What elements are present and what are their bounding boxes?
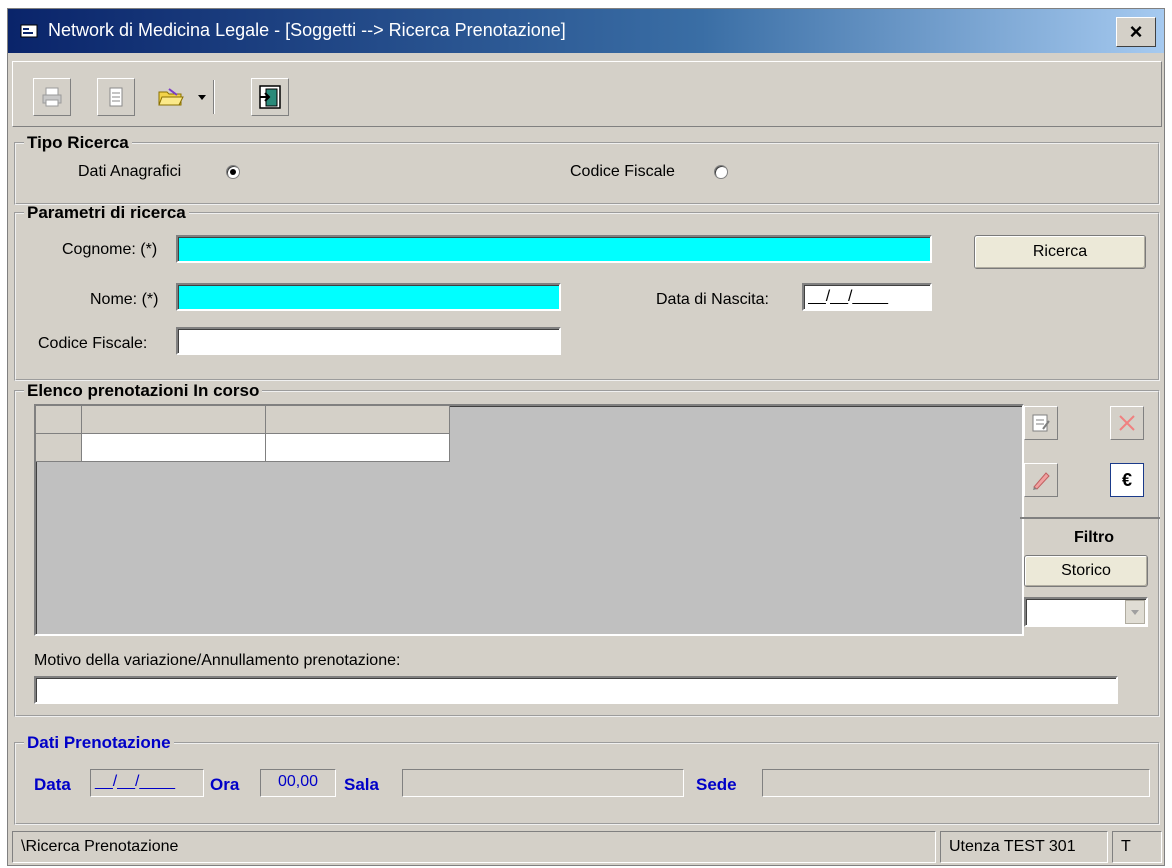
ricerca-button[interactable]: Ricerca — [974, 235, 1146, 269]
document-button[interactable] — [97, 78, 135, 116]
print-icon — [42, 87, 62, 107]
grid-cell[interactable] — [266, 434, 450, 462]
exit-door-icon — [259, 85, 281, 109]
app-window: Network di Medicina Legale - [Soggetti -… — [7, 8, 1165, 866]
window-title: Network di Medicina Legale - [Soggetti -… — [48, 20, 566, 40]
codice-fiscale-option-label: Codice Fiscale — [570, 163, 675, 180]
filtro-label: Filtro — [1074, 529, 1114, 546]
codice-fiscale-radio[interactable] — [714, 165, 728, 179]
pencil-icon — [1033, 472, 1050, 490]
grid-column-header[interactable] — [82, 406, 266, 434]
data-nascita-input[interactable] — [802, 283, 932, 311]
nome-label: Nome: (*) — [90, 291, 159, 308]
sala-label: Sala — [344, 775, 379, 794]
ora-value: 00,00 — [260, 769, 336, 797]
grid-cell[interactable] — [82, 434, 266, 462]
close-icon: × — [1129, 19, 1143, 44]
data-nascita-label: Data di Nascita: — [656, 291, 769, 308]
toolbar-separator — [213, 80, 215, 114]
dati-anagrafici-label: Dati Anagrafici — [78, 163, 182, 180]
codice-fiscale-label: Codice Fiscale: — [38, 335, 148, 352]
grid-row-header[interactable] — [36, 434, 82, 462]
chevron-down-icon — [1131, 610, 1139, 615]
app-icon — [20, 24, 38, 38]
sala-value — [402, 769, 684, 797]
delete-button[interactable] — [1110, 406, 1144, 440]
data-value: __/__/____ — [90, 769, 204, 797]
pencil-button[interactable] — [1024, 463, 1058, 497]
cognome-input[interactable] — [176, 235, 932, 263]
prenotazioni-grid[interactable] — [34, 404, 1024, 636]
storico-button[interactable]: Storico — [1024, 555, 1148, 587]
status-user: Utenza TEST 301 — [940, 831, 1108, 863]
toolbar — [12, 61, 1162, 127]
print-button[interactable] — [33, 78, 71, 116]
grid-corner-cell — [36, 406, 82, 434]
status-path: \Ricerca Prenotazione — [12, 831, 936, 863]
dati-prenotazione-legend: Dati Prenotazione — [27, 733, 171, 752]
edit-note-icon — [1032, 414, 1050, 432]
codice-fiscale-input[interactable] — [176, 327, 561, 355]
motivo-label: Motivo della variazione/Annullamento pre… — [34, 652, 401, 669]
open-folder-icon — [158, 88, 184, 106]
dati-anagrafici-radio[interactable] — [226, 165, 240, 179]
status-mode: T — [1112, 831, 1162, 863]
filtro-select-arrow[interactable] — [1125, 600, 1145, 624]
tipo-ricerca-legend: Tipo Ricerca — [27, 133, 129, 152]
radio-selected-dot — [230, 169, 236, 175]
data-label: Data — [34, 775, 71, 794]
grid-column-header[interactable] — [266, 406, 450, 434]
ora-label: Ora — [210, 775, 240, 794]
euro-button[interactable]: € — [1110, 463, 1144, 497]
filtro-separator — [1020, 517, 1160, 519]
sede-value — [762, 769, 1150, 797]
motivo-input[interactable] — [34, 676, 1118, 704]
close-button[interactable]: × — [1116, 17, 1156, 47]
document-icon — [109, 87, 123, 107]
delete-x-icon — [1119, 415, 1135, 431]
title-bar: Network di Medicina Legale - [Soggetti -… — [8, 9, 1164, 53]
filtro-select[interactable] — [1024, 597, 1148, 627]
nome-input[interactable] — [176, 283, 561, 311]
chevron-down-icon — [198, 95, 206, 100]
euro-icon: € — [1121, 469, 1132, 490]
exit-button[interactable] — [251, 78, 289, 116]
parametri-legend: Parametri di ricerca — [27, 203, 186, 222]
sede-label: Sede — [696, 775, 737, 794]
open-folder-button[interactable] — [151, 78, 191, 116]
cognome-label: Cognome: (*) — [62, 241, 158, 258]
edit-note-button[interactable] — [1024, 406, 1058, 440]
open-folder-dropdown[interactable] — [193, 80, 211, 114]
elenco-legend: Elenco prenotazioni In corso — [27, 381, 260, 400]
